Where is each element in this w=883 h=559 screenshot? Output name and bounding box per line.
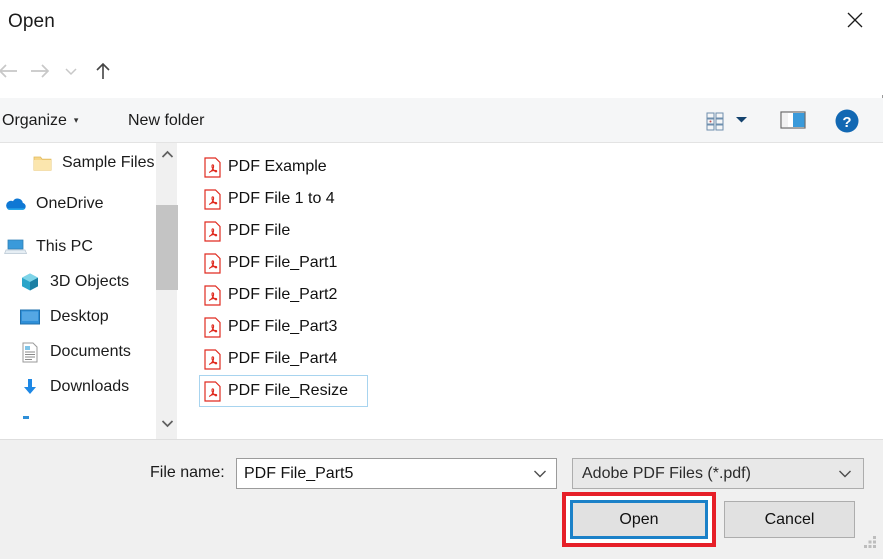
footer-panel xyxy=(0,439,883,559)
new-folder-label: New folder xyxy=(128,111,205,129)
file-name: PDF File xyxy=(228,222,291,239)
downloads-icon xyxy=(18,376,42,398)
recent-locations-chevron-icon[interactable] xyxy=(58,47,84,95)
cancel-button[interactable]: Cancel xyxy=(724,501,855,538)
sidebar-item-partial[interactable] xyxy=(18,404,155,434)
file-name: PDF File_Resize xyxy=(228,382,349,399)
list-item[interactable]: PDF File_Part1 xyxy=(199,247,368,279)
file-name: PDF File_Part2 xyxy=(228,286,338,303)
desktop-icon xyxy=(18,306,42,328)
sidebar-item-documents[interactable]: Documents xyxy=(18,337,155,367)
chevron-down-icon[interactable] xyxy=(533,467,547,481)
3d-objects-icon xyxy=(18,271,42,293)
sidebar-item-label: Downloads xyxy=(50,378,130,395)
documents-icon xyxy=(18,341,42,363)
scroll-down-button[interactable] xyxy=(156,412,178,434)
title-bar: Open xyxy=(0,0,883,47)
file-name-input[interactable] xyxy=(244,464,519,483)
open-button-label: Open xyxy=(619,510,659,528)
list-item[interactable]: PDF File_Part2 xyxy=(199,279,368,311)
file-name: PDF File_Part4 xyxy=(228,350,338,367)
pdf-file-icon xyxy=(204,188,221,210)
list-item[interactable]: PDF Example xyxy=(199,151,368,183)
open-file-dialog: Open Search Sample Files Organize ▾ New … xyxy=(0,0,883,559)
list-item[interactable]: PDF File_Part4 xyxy=(199,343,368,375)
sidebar-item-label: Documents xyxy=(50,343,131,360)
list-item[interactable]: PDF File_Part3 xyxy=(199,311,368,343)
file-name: PDF Example xyxy=(228,158,327,175)
pdf-file-icon xyxy=(204,220,221,242)
file-name-label: File name: xyxy=(150,464,225,481)
sidebar-item-this-pc[interactable]: This PC xyxy=(4,232,155,262)
onedrive-icon xyxy=(4,193,28,215)
sidebar-item-desktop[interactable]: Desktop xyxy=(18,302,155,332)
page-title: Open xyxy=(8,11,55,32)
file-name: PDF File_Part1 xyxy=(228,254,338,271)
file-type-value: Adobe PDF Files (*.pdf) xyxy=(582,464,751,482)
forward-arrow-icon[interactable] xyxy=(24,47,58,95)
open-button[interactable]: Open xyxy=(570,500,708,539)
sidebar-item-label: This PC xyxy=(36,238,93,255)
file-name: PDF File_Part3 xyxy=(228,318,338,335)
list-item[interactable]: PDF File xyxy=(199,215,368,247)
file-name-combobox[interactable] xyxy=(236,458,557,489)
sidebar-item-sample-files[interactable]: Sample Files xyxy=(30,148,155,178)
list-item[interactable]: PDF File 1 to 4 xyxy=(199,183,368,215)
sidebar-item-label: Sample Files xyxy=(62,154,155,171)
scroll-up-button[interactable] xyxy=(156,143,178,165)
svg-text:?: ? xyxy=(842,114,851,131)
sidebar-item-label: Desktop xyxy=(50,308,109,325)
close-button[interactable] xyxy=(827,0,883,40)
sidebar-item-label: 3D Objects xyxy=(50,273,130,290)
pdf-file-icon xyxy=(204,316,221,338)
chevron-down-icon[interactable] xyxy=(838,467,852,481)
help-icon[interactable]: ? xyxy=(834,108,860,134)
partial-icon xyxy=(18,408,42,430)
file-type-dropdown[interactable]: Adobe PDF Files (*.pdf) xyxy=(572,458,864,489)
sidebar-item-label: OneDrive xyxy=(36,195,104,212)
sidebar-item-3d-objects[interactable]: 3D Objects xyxy=(18,267,155,297)
file-list[interactable]: PDF Example PDF File 1 to 4 PDF File PDF… xyxy=(186,143,883,439)
navigation-row: « JTP › PDF › Sample Files xyxy=(0,47,883,134)
organize-label: Organize xyxy=(2,111,67,129)
cancel-button-label: Cancel xyxy=(764,510,815,528)
toolbar: Organize ▾ New folder xyxy=(0,98,883,143)
view-options-chevron-icon[interactable] xyxy=(735,115,748,127)
chevron-down-icon: ▾ xyxy=(73,115,79,125)
file-name: PDF File 1 to 4 xyxy=(228,190,335,207)
sidebar-item-onedrive[interactable]: OneDrive xyxy=(4,189,155,219)
details-view-icon[interactable] xyxy=(703,108,729,134)
list-item-selected[interactable]: PDF File_Resize xyxy=(199,375,368,407)
organize-button[interactable]: Organize ▾ xyxy=(0,98,88,143)
pdf-file-icon xyxy=(204,380,221,402)
pdf-file-icon xyxy=(204,284,221,306)
pdf-file-icon xyxy=(204,348,221,370)
pdf-file-icon xyxy=(204,252,221,274)
this-pc-icon xyxy=(4,236,28,258)
resize-grip[interactable] xyxy=(864,535,878,554)
up-arrow-icon[interactable] xyxy=(86,47,120,95)
navigation-pane-scrollbar[interactable] xyxy=(155,143,178,439)
pdf-file-icon xyxy=(204,156,221,178)
navigation-pane: Sample Files OneDrive This PC 3D Objects… xyxy=(0,143,155,439)
folder-icon xyxy=(30,152,54,174)
content-area: Sample Files OneDrive This PC 3D Objects… xyxy=(0,143,883,439)
scrollbar-thumb[interactable] xyxy=(156,205,178,290)
preview-pane-icon[interactable] xyxy=(779,108,807,132)
sidebar-item-downloads[interactable]: Downloads xyxy=(18,372,155,402)
new-folder-button[interactable]: New folder xyxy=(118,98,214,143)
back-arrow-icon[interactable] xyxy=(0,47,24,95)
